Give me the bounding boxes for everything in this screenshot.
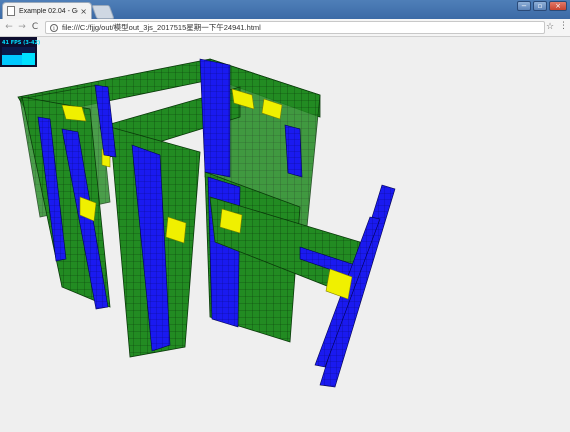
fps-stats-panel[interactable]: 41 FPS (3-42) — [0, 37, 41, 67]
page-icon — [7, 6, 15, 16]
browser-toolbar: ← → C i file:///C:/fjjg/out/模型out_3js_20… — [0, 19, 570, 37]
fps-graph — [2, 47, 35, 65]
forward-button[interactable]: → — [16, 21, 28, 33]
browser-tab[interactable]: Example 02.04 - Geom × — [2, 2, 92, 19]
restore-button[interactable]: ▫ — [533, 1, 547, 11]
info-icon[interactable]: i — [50, 23, 58, 32]
new-tab-button[interactable] — [91, 5, 115, 19]
bookmark-star-icon[interactable]: ☆ — [546, 22, 554, 32]
back-button[interactable]: ← — [3, 21, 15, 33]
structure-model[interactable] — [0, 37, 570, 428]
tab-close-icon[interactable]: × — [80, 7, 87, 16]
right-back-column — [199, 58, 231, 178]
window-controls: − ▫ × — [517, 1, 567, 11]
menu-icon[interactable]: ⋮ — [559, 22, 568, 31]
minimize-icon: − — [521, 1, 527, 10]
tab-title: Example 02.04 - Geom — [19, 7, 78, 15]
close-window-button[interactable]: × — [549, 1, 567, 11]
minimize-button[interactable]: − — [517, 1, 531, 11]
url-text[interactable]: file:///C:/fjjg/out/模型out_3js_2017515星期一… — [62, 22, 261, 33]
browser-title-bar: Example 02.04 - Geom × − ▫ × — [0, 0, 570, 19]
webgl-viewport[interactable] — [0, 37, 570, 428]
fps-label: 41 FPS (3-42) — [2, 40, 41, 46]
address-bar[interactable]: i file:///C:/fjjg/out/模型out_3js_2017515星… — [45, 21, 545, 34]
joint-1 — [61, 104, 87, 122]
restore-icon: ▫ — [537, 1, 543, 10]
reload-button[interactable]: C — [29, 21, 41, 33]
close-icon: × — [555, 1, 561, 10]
top-column-2 — [284, 124, 303, 178]
